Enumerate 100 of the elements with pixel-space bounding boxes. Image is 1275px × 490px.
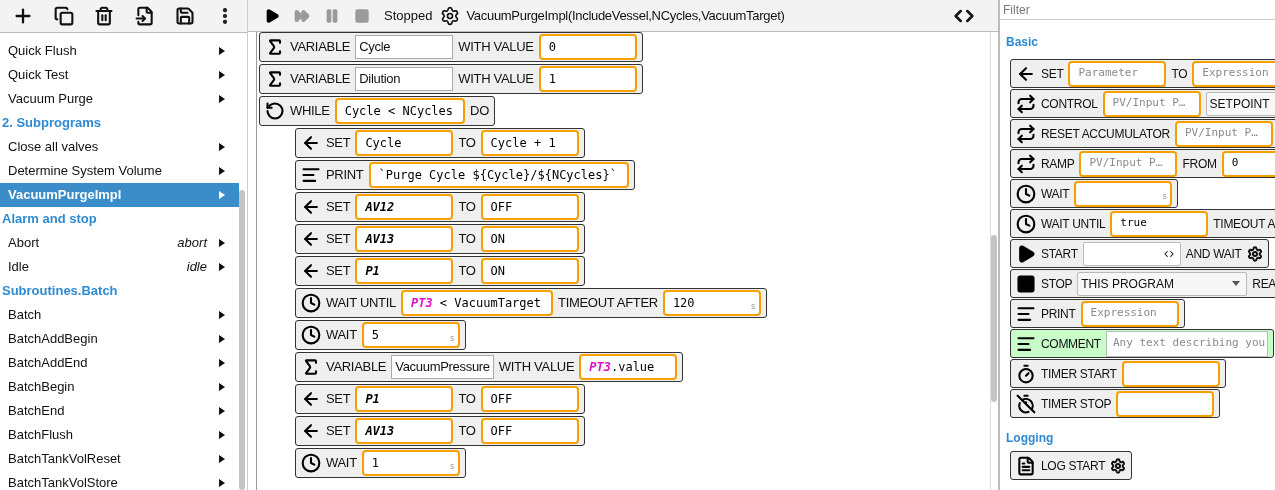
expression-field[interactable]: 1 [538,66,637,92]
sidebar-item[interactable]: Determine System Volume [0,159,239,183]
dropdown[interactable]: SETPOINT [1205,91,1275,116]
expression-field[interactable]: AV12 [355,194,454,220]
wait-block[interactable]: WAIT 5 s [295,320,466,350]
expression-field[interactable]: OFF [480,418,579,444]
expression-field[interactable] [1116,390,1215,417]
print-block[interactable]: PRINT Expression [1010,299,1185,328]
wait-until-block[interactable]: WAIT UNTIL true TIMEOUT A [1010,209,1275,238]
variable-block[interactable]: VARIABLE VacuumPressure WITH VALUE PT3.value [295,352,684,382]
sidebar-item[interactable]: Quick Test [0,63,239,87]
variable-name-field[interactable]: VacuumPressure [391,355,494,379]
sidebar-item[interactable]: BatchEnd [0,399,239,423]
sidebar-item[interactable]: Abort abort [0,231,239,255]
expression-field[interactable]: 0 [1221,150,1275,177]
expression-field[interactable]: Expression [1192,60,1275,87]
set-block[interactable]: SET AV13 TO ON [295,224,585,254]
expression-field[interactable]: P1 [355,258,454,284]
expression-field[interactable]: Parameter [1068,60,1167,87]
program-name: Abort [8,234,41,253]
expression-field[interactable]: PV/Input P… [1174,120,1273,147]
sidebar-item[interactable]: Quick Flush [0,39,239,63]
expression-field[interactable]: Cycle + 1 [480,130,579,156]
set-block[interactable]: SET AV13 TO OFF [295,416,585,446]
expression-field[interactable]: PV/Input P… [1102,90,1201,117]
wait-until-block[interactable]: WAIT UNTIL PT3 < VacuumTarget TIMEOUT AFTER 120 s [295,288,767,318]
set-block[interactable]: SET P1 TO ON [295,256,585,286]
log-start-block[interactable]: LOG START [1010,451,1133,480]
set-block[interactable]: SET Parameter TO Expression [1010,59,1275,88]
expression-field[interactable]: 120 s [662,290,761,316]
dropdown[interactable]: THIS PROGRAM [1077,271,1248,296]
comment-field[interactable]: Any text describing you [1105,330,1269,357]
expression-field[interactable]: OFF [480,386,579,412]
scrollbar-thumb[interactable] [991,235,997,402]
expression-field[interactable]: true [1110,210,1209,237]
program-field[interactable] [1082,241,1181,266]
play-icon[interactable] [264,7,280,24]
sidebar-item[interactable]: BatchTankVolStore [0,471,239,490]
filter-field[interactable]: Filter [1000,0,1275,19]
copy-icon[interactable] [54,6,75,26]
set-block[interactable]: SET Cycle TO Cycle + 1 [295,128,585,158]
settings-icon[interactable] [440,5,461,26]
sidebar-item[interactable]: Vacuum Purge [0,87,239,111]
program-name: Batch [8,306,43,325]
expression-field[interactable]: 0 [538,34,637,60]
expression-field[interactable]: Cycle < NCycles [334,98,466,124]
expression-field[interactable]: PT3 < VacuumTarget [400,290,553,316]
palette-section-heading: Basic [1006,34,1039,51]
wait-block[interactable]: WAIT 1 s [295,448,466,478]
sidebar-item[interactable]: BatchAddEnd [0,351,239,375]
expression-field[interactable]: 1 s [361,450,460,476]
expression-field[interactable]: PT3.value [579,354,678,380]
expression-field[interactable]: ON [480,226,579,252]
block-label: SET [326,262,351,281]
loop-arrow-icon [265,101,285,121]
expression-field[interactable]: Cycle [355,130,454,156]
control-block[interactable]: CONTROL PV/Input P… SETPOINT [1010,89,1275,118]
timer-start-block[interactable]: TIMER START [1010,359,1226,388]
sidebar-item[interactable]: Idle idle [0,255,239,279]
expression-field[interactable] [1121,360,1220,387]
expression-field[interactable]: PV/Input P… [1079,150,1178,177]
wait-block[interactable]: WAIT s [1010,179,1179,208]
expression-field[interactable]: 5 s [361,322,460,348]
timer-stop-block[interactable]: TIMER STOP [1010,389,1221,418]
delete-icon[interactable] [94,6,115,26]
sidebar-item[interactable]: VacuumPurgeImpl [0,183,239,207]
expression-field[interactable]: AV13 [355,226,454,252]
sidebar-item[interactable]: Close all valves [0,135,239,159]
settings-icon[interactable] [1110,457,1127,474]
sidebar-item[interactable]: BatchBegin [0,375,239,399]
caret-icon [219,431,225,439]
set-block[interactable]: SET P1 TO OFF [295,384,585,414]
expression-field[interactable]: OFF [480,194,579,220]
variable-name-field[interactable]: Cycle [355,35,454,59]
expression-field[interactable]: ON [480,258,579,284]
save-icon[interactable] [174,6,195,26]
expression-field[interactable]: `Purge Cycle ${Cycle}/${NCycles}` [368,162,629,188]
scrollbar-thumb[interactable] [239,190,245,490]
sidebar-item[interactable]: BatchAddBegin [0,327,239,351]
file-icon[interactable] [134,6,155,26]
expression-field[interactable]: AV13 [355,418,454,444]
program-name: BatchAddEnd [8,354,89,373]
variable-block[interactable]: VARIABLE Dilution WITH VALUE 1 [259,64,643,94]
ramp-block[interactable]: RAMP PV/Input P… FROM 0 [1010,149,1275,178]
reset-accumulator-block[interactable]: RESET ACCUMULATOR PV/Input P… [1010,119,1275,148]
variable-name-field[interactable]: Dilution [355,67,454,91]
variable-block[interactable]: VARIABLE Cycle WITH VALUE 0 [259,32,643,62]
set-block[interactable]: SET AV12 TO OFF [295,192,585,222]
unit-label: s [750,299,756,313]
expression-field[interactable]: Expression [1080,300,1179,327]
while-block[interactable]: WHILE Cycle < NCycles DO [259,96,495,126]
print-block[interactable]: PRINT `Purge Cycle ${Cycle}/${NCycles}` [295,160,635,190]
expression-field[interactable]: P1 [355,386,454,412]
sidebar-item[interactable]: Batch [0,303,239,327]
start-block[interactable]: START AND WAIT [1010,239,1269,268]
block-label: LOG START [1041,457,1106,475]
settings-icon[interactable] [1246,245,1263,262]
sidebar-item[interactable]: BatchFlush [0,423,239,447]
comment-block[interactable]: COMMENT Any text describing you [1010,329,1275,358]
sidebar-item[interactable]: BatchTankVolReset [0,447,239,471]
